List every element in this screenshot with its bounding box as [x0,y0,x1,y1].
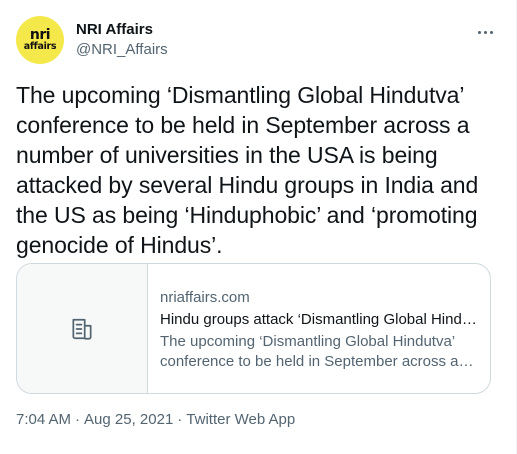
more-horizontal-icon [477,30,481,34]
avatar-logo-top: nri [29,26,51,43]
author-name[interactable]: NRI Affairs [76,20,153,40]
tweet-date[interactable]: Aug 25, 2021 [84,410,173,430]
link-card-description: The upcoming ‘Dismantling Global Hindutv… [160,333,459,370]
link-card-thumbnail [17,264,148,393]
tweet-source[interactable]: Twitter Web App [186,410,295,430]
article-icon [72,318,92,340]
meta-separator: · [75,411,81,428]
more-options-button[interactable] [474,22,496,42]
tweet-text: The upcoming ‘Dismantling Global Hindutv… [16,82,479,258]
tweet-time[interactable]: 7:04 AM [16,410,71,430]
link-card[interactable]: nriaffairs.com Hindu groups attack ‘Dism… [16,263,491,394]
link-card-domain: nriaffairs.com [160,289,250,306]
link-card-title: Hindu groups attack ‘Dismantling Global … [160,311,478,328]
link-card-body: nriaffairs.com Hindu groups attack ‘Dism… [148,264,490,393]
author-handle[interactable]: @NRI_Affairs [76,40,168,60]
meta-separator: · [177,411,183,428]
tweet: nri affairs NRI Affairs @NRI_Affairs The… [0,0,517,454]
avatar-logo-bottom: affairs [23,40,57,52]
tweet-metadata: 7:04 AM · Aug 25, 2021 · Twitter Web App [16,410,295,430]
avatar[interactable]: nri affairs [16,16,64,64]
